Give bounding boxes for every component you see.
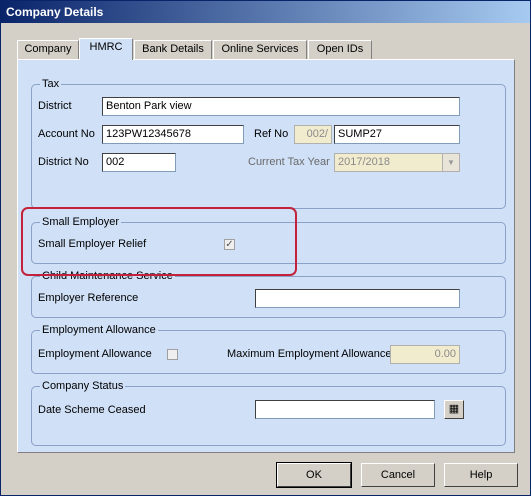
employer-reference-label: Employer Reference xyxy=(38,292,139,304)
current-tax-year-select: 2017/2018 ▼ xyxy=(334,153,460,172)
tax-group: Tax District Benton Park view Account No… xyxy=(31,78,506,209)
ok-button-label: OK xyxy=(306,469,322,481)
company-status-group-label: Company Status xyxy=(40,380,126,392)
current-tax-year-label: Current Tax Year xyxy=(248,156,330,168)
employment-allowance-checkbox[interactable] xyxy=(167,349,178,360)
tab-hmrc[interactable]: HMRC xyxy=(79,38,133,60)
ok-button[interactable]: OK xyxy=(276,462,352,488)
tab-company[interactable]: Company xyxy=(17,40,79,59)
district-no-field[interactable]: 002 xyxy=(102,153,176,172)
tab-open-ids[interactable]: Open IDs xyxy=(308,40,372,59)
ref-no-prefix-field: 002/ xyxy=(294,125,332,144)
account-no-field[interactable]: 123PW12345678 xyxy=(102,125,244,144)
date-scheme-ceased-label: Date Scheme Ceased xyxy=(38,404,146,416)
tab-open-ids-label: Open IDs xyxy=(316,43,364,55)
max-employment-allowance-label: Maximum Employment Allowance xyxy=(227,348,392,360)
tab-online-services[interactable]: Online Services xyxy=(213,40,307,59)
tab-bank-details[interactable]: Bank Details xyxy=(134,40,212,59)
tax-group-label: Tax xyxy=(40,78,62,90)
window-title: Company Details xyxy=(6,5,104,19)
employment-allowance-label: Employment Allowance xyxy=(38,348,152,360)
district-label: District xyxy=(38,100,72,112)
employer-reference-field[interactable] xyxy=(255,289,460,308)
cancel-button[interactable]: Cancel xyxy=(361,463,435,487)
tab-bank-details-label: Bank Details xyxy=(142,43,204,55)
child-maintenance-group: Child Maintenance Service Employer Refer… xyxy=(31,270,506,318)
title-bar[interactable]: Company Details xyxy=(1,1,530,23)
ref-no-field[interactable]: SUMP27 xyxy=(334,125,460,144)
chevron-down-icon: ▼ xyxy=(442,154,459,171)
small-employer-highlight xyxy=(21,207,297,276)
current-tax-year-value: 2017/2018 xyxy=(338,156,390,168)
help-button[interactable]: Help xyxy=(444,463,518,487)
cancel-button-label: Cancel xyxy=(380,469,416,481)
employment-allowance-group-label: Employment Allowance xyxy=(40,324,158,336)
account-no-label: Account No xyxy=(38,128,95,140)
district-no-label: District No xyxy=(38,156,89,168)
help-button-label: Help xyxy=(469,469,493,481)
employment-allowance-group: Employment Allowance Employment Allowanc… xyxy=(31,324,506,374)
company-details-window: Company Details Company HMRC Bank Detail… xyxy=(0,0,531,496)
district-field[interactable]: Benton Park view xyxy=(102,97,460,116)
tab-company-label: Company xyxy=(24,43,72,55)
tab-hmrc-label: HMRC xyxy=(89,41,123,53)
tab-online-services-label: Online Services xyxy=(221,43,299,55)
calendar-icon[interactable]: ▦ xyxy=(444,400,464,419)
max-employment-allowance-field: 0.00 xyxy=(390,345,460,364)
date-scheme-ceased-field[interactable] xyxy=(255,400,435,419)
ref-no-label: Ref No xyxy=(254,128,289,140)
company-status-group: Company Status Date Scheme Ceased ▦ xyxy=(31,380,506,446)
